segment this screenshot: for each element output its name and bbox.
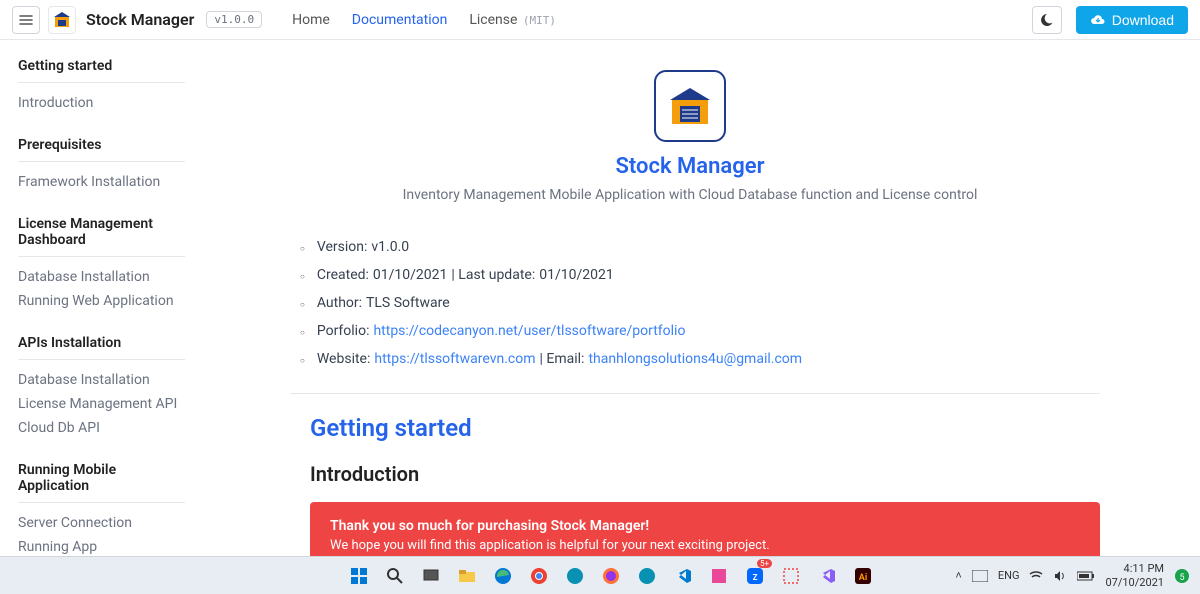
nav-license-sub: (MIT)	[523, 14, 556, 27]
nav-license: License	[469, 12, 517, 28]
download-button[interactable]: Download	[1076, 6, 1188, 34]
meta-portfolio: Porfolio: https://codecanyon.net/user/tl…	[300, 317, 1100, 345]
sidebar-section-title: Prerequisites	[18, 137, 185, 162]
wifi-icon[interactable]	[1029, 570, 1043, 582]
sidebar-section-title: License Management Dashboard	[18, 216, 185, 257]
hero-icon-frame	[654, 70, 726, 142]
main-scroll[interactable]: Stock Manager Inventory Management Mobil…	[200, 40, 1200, 556]
sidebar-item[interactable]: Running App	[18, 535, 185, 556]
sidebar-section: Prerequisites Framework Installation	[18, 137, 185, 194]
sidebar-section: Getting started Introduction	[18, 58, 185, 115]
visual-studio-icon[interactable]	[814, 563, 840, 589]
content: Stock Manager Inventory Management Mobil…	[200, 40, 1200, 556]
email-link[interactable]: thanhlongsolutions4u@gmail.com	[588, 351, 802, 367]
nav-links: Home Documentation License (MIT)	[292, 12, 556, 28]
taskbar-right: ˄ ENG 4:11 PM 07/10/2021 5	[955, 562, 1190, 588]
sidebar-item[interactable]: Server Connection	[18, 511, 185, 535]
meta-version: Version: v1.0.0	[300, 233, 1100, 261]
warehouse-icon	[666, 82, 714, 130]
hero-subtitle: Inventory Management Mobile Application …	[280, 187, 1100, 203]
app-logo	[48, 6, 76, 34]
app-name: Stock Manager	[86, 10, 194, 29]
sidebar-section: Running Mobile Application Server Connect…	[18, 462, 185, 556]
hamburger-icon	[19, 13, 33, 27]
theme-toggle-button[interactable]	[1032, 6, 1062, 34]
app-icon-3[interactable]	[706, 563, 732, 589]
sidebar-section-title: Getting started	[18, 58, 185, 83]
section-title: Getting started	[310, 414, 1100, 442]
sidebar-section-title: Running Mobile Application	[18, 462, 185, 503]
clock-date: 07/10/2021	[1105, 576, 1164, 589]
taskbar: Z5+ Ai ˄ ENG 4:11 PM 07/10/2021 5	[0, 556, 1200, 594]
vscode-icon[interactable]	[670, 563, 696, 589]
firefox-icon[interactable]	[598, 563, 624, 589]
svg-text:5: 5	[1179, 573, 1184, 583]
chrome-icon[interactable]	[526, 563, 552, 589]
nav-license-wrap[interactable]: License (MIT)	[469, 12, 556, 28]
zalo-icon[interactable]: Z5+	[742, 563, 768, 589]
hero: Stock Manager Inventory Management Mobil…	[280, 70, 1100, 203]
sidebar-item[interactable]: Framework Installation	[18, 170, 185, 194]
sub-title: Introduction	[310, 462, 1100, 486]
sidebar-section-title: APIs Installation	[18, 335, 185, 360]
volume-icon[interactable]	[1053, 570, 1067, 582]
svg-text:Ai: Ai	[859, 573, 867, 583]
svg-text:Z: Z	[753, 573, 758, 582]
sidebar-item[interactable]: Introduction	[18, 91, 185, 115]
alert-box: Thank you so much for purchasing Stock M…	[310, 502, 1100, 556]
sidebar-item[interactable]: Database Installation	[18, 265, 185, 289]
nav-documentation[interactable]: Documentation	[352, 12, 448, 28]
menu-toggle-button[interactable]	[12, 6, 40, 34]
website-link[interactable]: https://tlssoftwarevn.com	[374, 351, 535, 367]
keyboard-icon[interactable]	[972, 570, 988, 582]
file-explorer-icon[interactable]	[454, 563, 480, 589]
topbar: Stock Manager v1.0.0 Home Documentation …	[0, 0, 1200, 40]
clock-time: 4:11 PM	[1105, 562, 1164, 575]
sidebar-section: APIs Installation Database InstallationLi…	[18, 335, 185, 440]
sidebar-section: License Management Dashboard Database Ins…	[18, 216, 185, 313]
meta-author: Author: TLS Software	[300, 289, 1100, 317]
download-label: Download	[1112, 12, 1174, 28]
taskbar-icons: Z5+ Ai	[346, 563, 876, 589]
cloud-download-icon	[1090, 13, 1106, 27]
version-badge: v1.0.0	[206, 11, 262, 28]
alert-body: We hope you will find this application i…	[330, 538, 1080, 553]
edge-icon[interactable]	[490, 563, 516, 589]
alert-title: Thank you so much for purchasing Stock M…	[330, 518, 1080, 534]
snip-icon[interactable]	[778, 563, 804, 589]
sidebar-item[interactable]: License Management API	[18, 392, 185, 416]
notification-icon[interactable]: 5	[1174, 568, 1190, 584]
battery-icon[interactable]	[1077, 571, 1095, 581]
app-icon-2[interactable]	[634, 563, 660, 589]
meta-list: Version: v1.0.0 Created: 01/10/2021 | La…	[290, 233, 1100, 394]
sidebar-item[interactable]: Cloud Db API	[18, 416, 185, 440]
meta-website: Website: https://tlssoftwarevn.com | Ema…	[300, 345, 1100, 373]
moon-icon	[1040, 13, 1054, 27]
hero-title: Stock Manager	[280, 154, 1100, 179]
start-button[interactable]	[346, 563, 372, 589]
task-view-icon[interactable]	[418, 563, 444, 589]
search-icon[interactable]	[382, 563, 408, 589]
tray-chevron-icon[interactable]: ˄	[955, 569, 961, 582]
meta-created: Created: 01/10/2021 | Last update: 01/10…	[300, 261, 1100, 289]
sidebar: Getting started Introduction Prerequisites…	[0, 40, 200, 556]
sidebar-item[interactable]: Database Installation	[18, 368, 185, 392]
nav-home[interactable]: Home	[292, 12, 330, 28]
warehouse-icon	[53, 11, 71, 29]
language-indicator[interactable]: ENG	[998, 569, 1020, 582]
portfolio-link[interactable]: https://codecanyon.net/user/tlssoftware/…	[373, 323, 685, 339]
app-icon-1[interactable]	[562, 563, 588, 589]
illustrator-icon[interactable]: Ai	[850, 563, 876, 589]
clock[interactable]: 4:11 PM 07/10/2021	[1105, 562, 1164, 588]
sidebar-item[interactable]: Running Web Application	[18, 289, 185, 313]
